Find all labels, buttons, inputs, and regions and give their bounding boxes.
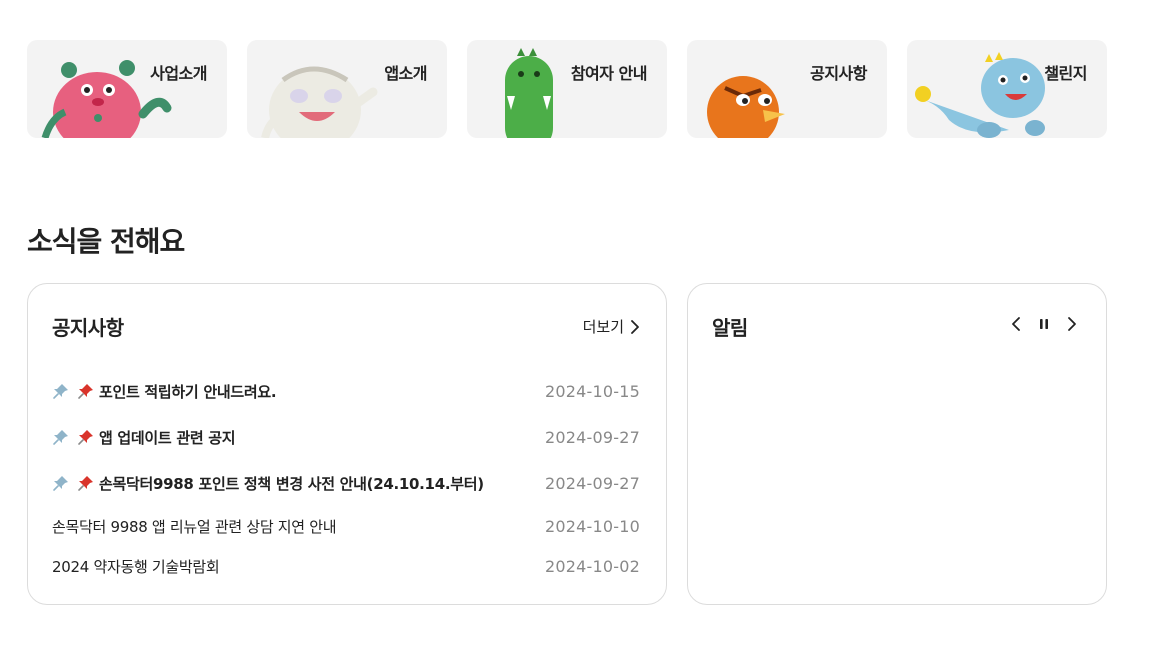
menu-card-challenge[interactable]: 챌린지 <box>907 40 1107 138</box>
pushpin-icon <box>78 384 93 399</box>
notice-title: 앱 업데이트 관련 공지 <box>99 428 236 447</box>
notice-item[interactable]: 포인트 적립하기 안내드려요. 2024-10-15 <box>52 368 640 414</box>
menu-card-app-intro[interactable]: 앱소개 <box>247 40 447 138</box>
menu-cards: 사업소개 앱소개 참여자 안내 공지사항 챌린지 <box>27 40 1107 138</box>
pin-icon <box>53 476 68 491</box>
notice-date: 2024-10-15 <box>545 381 640 401</box>
notice-item[interactable]: 2024 약자동행 기술박람회 2024-10-02 <box>52 546 640 586</box>
pushpin-icon <box>78 476 93 491</box>
next-button[interactable] <box>1064 314 1080 334</box>
notice-date: 2024-10-02 <box>545 556 640 576</box>
menu-card-notice[interactable]: 공지사항 <box>687 40 887 138</box>
pushpin-icon <box>78 430 93 445</box>
pin-icon <box>53 430 68 445</box>
menu-card-business-intro[interactable]: 사업소개 <box>27 40 227 138</box>
alert-panel: 알림 <box>687 283 1107 605</box>
blue-dinosaur-mascot <box>915 52 1045 138</box>
notice-item[interactable]: 손목닥터9988 포인트 정책 변경 사전 안내(24.10.14.부터) 20… <box>52 460 640 506</box>
notice-list: 포인트 적립하기 안내드려요. 2024-10-15 앱 업데이트 관련 공지 … <box>52 368 640 586</box>
pause-button[interactable] <box>1036 314 1052 334</box>
notice-item[interactable]: 앱 업데이트 관련 공지 2024-09-27 <box>52 414 640 460</box>
chevron-left-icon <box>1012 317 1020 331</box>
menu-card-label: 공지사항 <box>810 64 867 83</box>
prev-button[interactable] <box>1008 314 1024 334</box>
menu-card-label: 참여자 안내 <box>570 64 648 83</box>
notice-title: 손목닥터9988 포인트 정책 변경 사전 안내(24.10.14.부터) <box>99 474 484 493</box>
notice-title: 2024 약자동행 기술박람회 <box>52 557 220 576</box>
more-link[interactable]: 더보기 <box>583 316 640 337</box>
pink-monster-mascot <box>41 60 172 138</box>
pin-icon <box>53 384 68 399</box>
orange-bird-mascot <box>707 76 785 138</box>
chevron-right-icon <box>631 319 639 334</box>
menu-card-label: 사업소개 <box>150 64 207 83</box>
notice-title: 포인트 적립하기 안내드려요. <box>99 382 277 401</box>
menu-card-label: 앱소개 <box>384 64 427 83</box>
carousel-controls <box>1008 314 1080 334</box>
notice-panel: 공지사항 더보기 포인트 적립하기 안내드려요. 2024-10-15 앱 업데… <box>27 283 667 605</box>
green-dinosaur-mascot <box>505 48 553 138</box>
notice-date: 2024-10-10 <box>545 516 640 536</box>
notice-title: 손목닥터 9988 앱 리뉴얼 관련 상담 지연 안내 <box>52 517 337 536</box>
notice-item[interactable]: 손목닥터 9988 앱 리뉴얼 관련 상담 지연 안내 2024-10-10 <box>52 506 640 546</box>
notice-panel-title: 공지사항 <box>52 316 124 340</box>
menu-card-participant-guide[interactable]: 참여자 안내 <box>467 40 667 138</box>
white-tiger-mascot <box>261 66 378 138</box>
notice-date: 2024-09-27 <box>545 427 640 447</box>
chevron-right-icon <box>1068 317 1076 331</box>
pause-icon <box>1040 319 1048 329</box>
menu-card-label: 챌린지 <box>1044 64 1087 83</box>
alert-panel-title: 알림 <box>712 316 748 340</box>
section-title: 소식을 전해요 <box>27 225 185 258</box>
notice-date: 2024-09-27 <box>545 473 640 493</box>
more-link-label: 더보기 <box>582 318 624 336</box>
